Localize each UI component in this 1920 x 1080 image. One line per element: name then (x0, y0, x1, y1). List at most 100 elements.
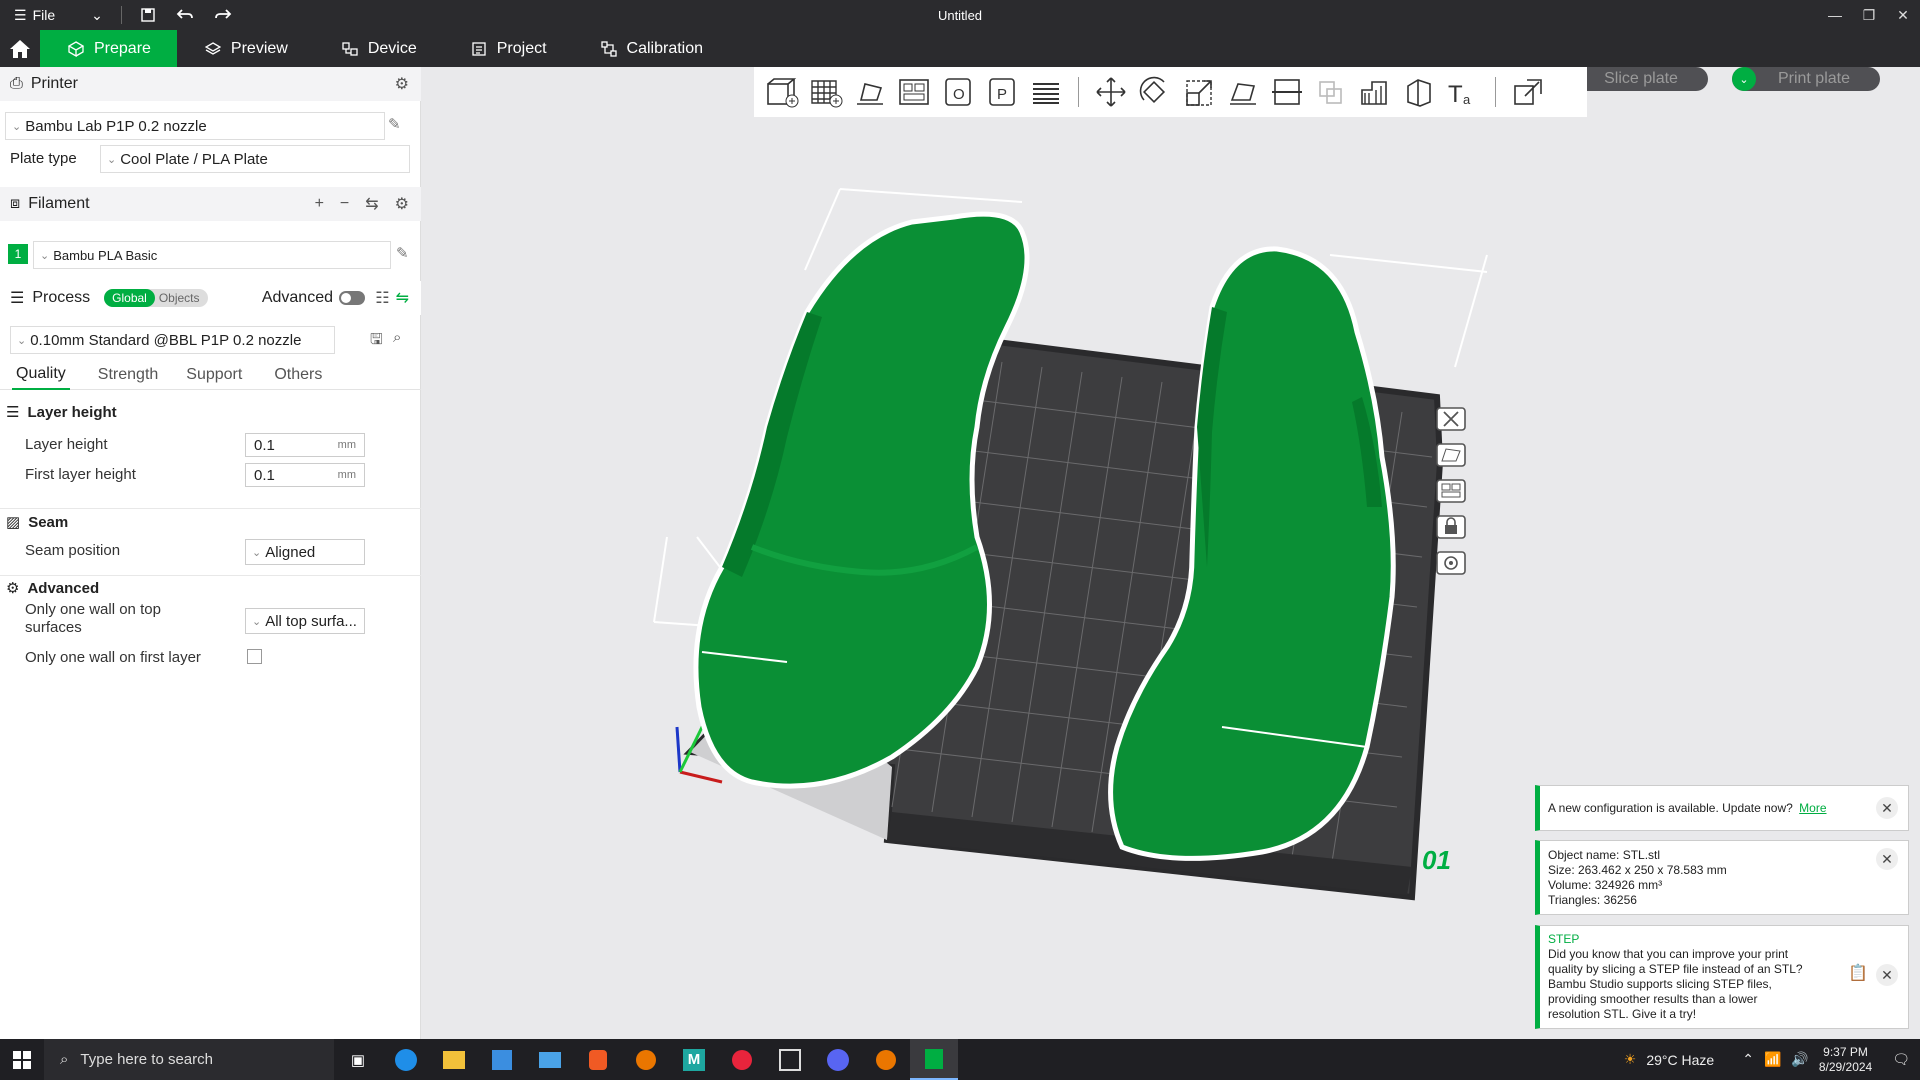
zbrush-icon[interactable] (766, 1039, 814, 1080)
chevron-up-icon[interactable]: ⌃ (1742, 1051, 1754, 1068)
text-icon[interactable]: Ta (1441, 70, 1485, 114)
gear-icon[interactable]: ⚙ (395, 74, 409, 94)
boolean-icon[interactable] (1309, 70, 1353, 114)
plate-settings-icon[interactable] (1432, 548, 1470, 578)
add-plate-icon[interactable] (804, 70, 848, 114)
close-icon[interactable]: ✕ (1876, 797, 1898, 819)
tab-others[interactable]: Others (274, 360, 322, 390)
move-icon[interactable] (1089, 70, 1133, 114)
layer-height-input[interactable]: 0.1 mm (245, 433, 365, 457)
object-size-text: Size: 263.462 x 250 x 78.583 mm (1548, 863, 1727, 877)
split-parts-icon[interactable]: P (980, 70, 1024, 114)
task-view-icon[interactable]: ▣ (334, 1039, 382, 1080)
objects-option[interactable]: Objects (155, 289, 208, 307)
tab-calibration[interactable]: Calibration (573, 30, 729, 67)
save-icon[interactable]: 🖫 (370, 329, 383, 354)
add-object-icon[interactable] (760, 70, 804, 114)
tab-prepare[interactable]: Prepare (40, 30, 177, 67)
assembly-view-icon[interactable] (1506, 70, 1550, 114)
arrange-plate-icon[interactable] (1432, 476, 1470, 506)
printer-preset-select[interactable]: ⌄ Bambu Lab P1P 0.2 nozzle (5, 112, 385, 140)
delete-plate-icon[interactable] (1432, 404, 1470, 434)
remove-icon[interactable]: − (340, 195, 349, 213)
rotate-icon[interactable] (1133, 70, 1177, 114)
cut-icon[interactable] (1265, 70, 1309, 114)
tab-project[interactable]: Project (443, 30, 573, 67)
tab-preview[interactable]: Preview (177, 30, 314, 67)
discord-icon[interactable] (814, 1039, 862, 1080)
clipboard-icon[interactable]: 📋 (1848, 966, 1868, 982)
chevron-down-icon[interactable]: ⌄ (81, 0, 113, 30)
close-icon[interactable]: ✕ (1886, 0, 1920, 30)
tab-quality[interactable]: Quality (12, 360, 70, 390)
search-icon[interactable]: ⌕ (393, 329, 401, 346)
support-paint-icon[interactable] (1353, 70, 1397, 114)
restore-icon[interactable]: ❐ (1852, 0, 1886, 30)
toolbar-separator (1495, 77, 1496, 107)
tab-device[interactable]: Device (314, 30, 443, 67)
notifications-icon[interactable]: 🗨 (1892, 1051, 1910, 1068)
clock[interactable]: 9:37 PM 8/29/2024 (1819, 1045, 1872, 1075)
one-wall-top-value: All top surfa... (265, 612, 357, 630)
volume-icon[interactable]: 🔊 (1791, 1051, 1808, 1068)
gear-icon[interactable]: ⚙ (395, 194, 409, 214)
save-icon[interactable] (130, 0, 166, 30)
brave-icon[interactable] (574, 1039, 622, 1080)
process-section-header: ☰ Process Global Objects Advanced ☷ ⇋ (0, 281, 421, 315)
hamburger-icon: ☰ (14, 6, 27, 23)
global-option[interactable]: Global (104, 289, 155, 307)
orient-plate-icon[interactable] (1432, 440, 1470, 470)
arrange-icon[interactable] (892, 70, 936, 114)
global-objects-toggle[interactable]: Global Objects (104, 289, 208, 307)
add-icon[interactable]: + (315, 195, 324, 213)
windows-start-icon[interactable] (0, 1039, 44, 1080)
process-preset-select[interactable]: ⌄ 0.10mm Standard @BBL P1P 0.2 nozzle (10, 326, 335, 354)
plate-type-select[interactable]: ⌄ Cool Plate / PLA Plate (100, 145, 410, 173)
taskbar-search-box[interactable]: ⌕ Type here to search (44, 1039, 334, 1080)
lock-plate-icon[interactable] (1432, 512, 1470, 542)
split-objects-icon[interactable]: O (936, 70, 980, 114)
seam-paint-icon[interactable] (1397, 70, 1441, 114)
calibration-icon (600, 40, 617, 57)
file-explorer-icon[interactable] (430, 1039, 478, 1080)
first-layer-height-input[interactable]: 0.1 mm (245, 463, 365, 487)
close-icon[interactable]: ✕ (1876, 964, 1898, 986)
auto-orient-icon[interactable] (848, 70, 892, 114)
weather-text[interactable]: 29°C Haze (1646, 1052, 1714, 1068)
list-icon[interactable]: ☷ (375, 288, 389, 308)
m-app-icon[interactable]: M (670, 1039, 718, 1080)
seam-position-select[interactable]: ⌄ Aligned (245, 539, 365, 565)
edge-icon[interactable] (382, 1039, 430, 1080)
filament-preset-select[interactable]: ⌄ Bambu PLA Basic (33, 241, 391, 269)
scale-icon[interactable] (1177, 70, 1221, 114)
sync-icon[interactable]: ⇆ (365, 194, 378, 214)
tab-strength[interactable]: Strength (98, 360, 158, 390)
undo-icon[interactable] (166, 0, 204, 30)
mail-icon[interactable] (526, 1039, 574, 1080)
home-icon[interactable] (0, 30, 40, 67)
one-wall-top-select[interactable]: ⌄ All top surfa... (245, 608, 365, 634)
file-menu-button[interactable]: ☰ File (0, 0, 65, 30)
edit-icon[interactable]: ✎ (388, 115, 401, 133)
network-icon[interactable]: 📶 (1764, 1051, 1781, 1068)
variable-layer-icon[interactable] (1024, 70, 1068, 114)
update-more-link[interactable]: More (1799, 801, 1826, 815)
blender-icon[interactable] (862, 1039, 910, 1080)
edit-icon[interactable]: ✎ (396, 244, 409, 262)
group-advanced: ⚙ Advanced (0, 579, 421, 598)
compare-icon[interactable]: ⇋ (396, 288, 409, 308)
weather-icon[interactable]: ☀ (1624, 1051, 1637, 1068)
advanced-toggle[interactable] (339, 291, 365, 305)
lay-on-face-icon[interactable] (1221, 70, 1265, 114)
store-icon[interactable] (478, 1039, 526, 1080)
red-app-icon[interactable] (718, 1039, 766, 1080)
bambu-studio-icon[interactable] (910, 1039, 958, 1080)
one-wall-first-layer-checkbox[interactable] (247, 649, 262, 664)
close-icon[interactable]: ✕ (1876, 848, 1898, 870)
minimize-icon[interactable]: — (1818, 0, 1852, 30)
blender-icon[interactable] (622, 1039, 670, 1080)
redo-icon[interactable] (204, 0, 242, 30)
filament-slot-badge[interactable]: 1 (8, 244, 28, 264)
group-layer-height: ☰ Layer height (0, 403, 421, 422)
tab-support[interactable]: Support (186, 360, 242, 390)
